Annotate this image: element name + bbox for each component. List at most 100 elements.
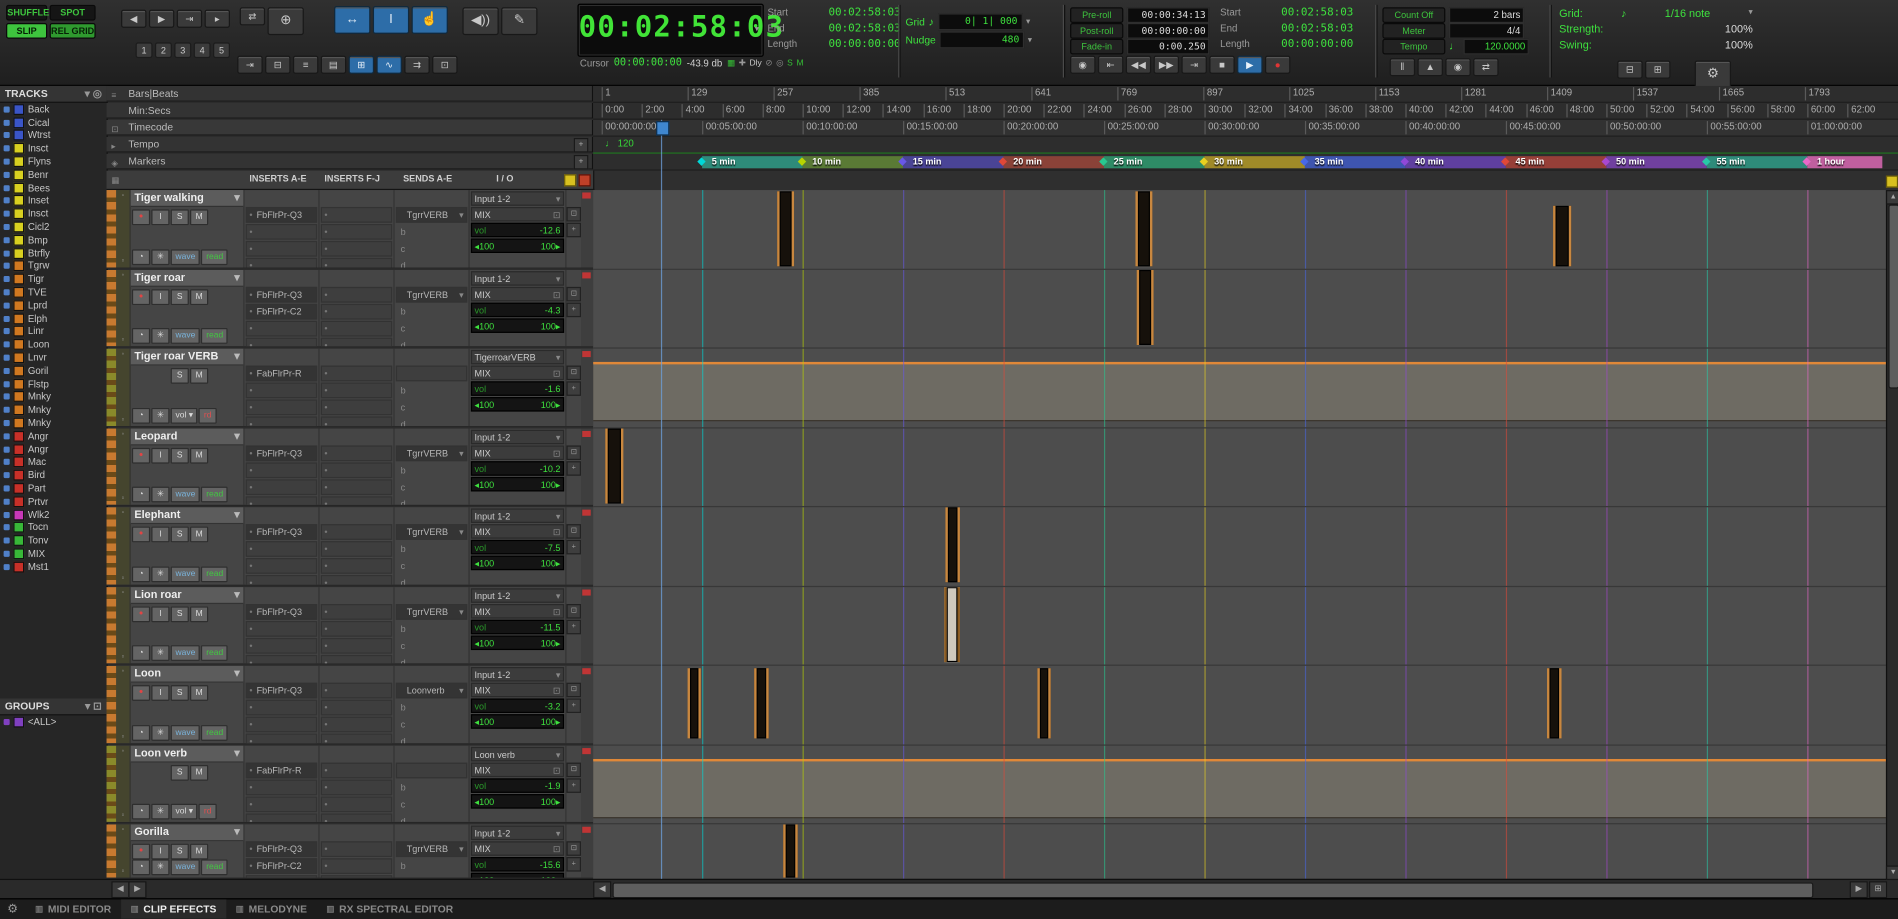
marker-label[interactable]: 45 min: [1516, 156, 1545, 167]
volume-display[interactable]: vol -3.2: [470, 698, 565, 713]
scroll-left-icon[interactable]: ◀: [111, 881, 130, 899]
insert-slot[interactable]: •: [320, 858, 393, 874]
playlist-icon[interactable]: ◦: [122, 430, 125, 437]
send-slot[interactable]: d: [396, 337, 467, 347]
scroll-left-icon[interactable]: ◀: [593, 881, 612, 899]
marker-label[interactable]: 10 min: [812, 156, 841, 167]
output-path-selector[interactable]: MIX ⊡: [470, 682, 565, 698]
markers-ruler-area[interactable]: ◆ 5 min ◆ 10 min ◆ 15 min ◆ 20 min ◆ 25 min ◆ 30 mi…: [593, 153, 1898, 171]
freeze-icon[interactable]: ▫: [122, 495, 125, 502]
volume-display[interactable]: vol -1.6: [470, 381, 565, 396]
insert-slot[interactable]: •: [320, 382, 393, 399]
automation-mode-button[interactable]: read: [201, 486, 229, 503]
freeze-icon[interactable]: ▫: [122, 812, 125, 819]
insert-slot[interactable]: FbFlrPr-Q3 •: [245, 444, 318, 461]
output-path-selector[interactable]: MIX ⊡: [470, 524, 565, 539]
audio-clip[interactable]: [605, 427, 624, 503]
marker-diamond-icon[interactable]: ◆: [898, 155, 906, 168]
solo-button[interactable]: S: [170, 526, 189, 543]
volume-display[interactable]: vol -1.9: [470, 777, 565, 793]
add-marker-icon[interactable]: +: [573, 154, 589, 170]
input-monitor-button[interactable]: I: [151, 843, 170, 860]
insert-slot[interactable]: •: [245, 637, 318, 654]
track-color-strip[interactable]: [106, 665, 117, 743]
grid-value[interactable]: 0| 1| 000: [937, 12, 1023, 30]
counter-menu-icon[interactable]: ▾: [755, 24, 759, 33]
insert-slot[interactable]: •: [320, 574, 393, 585]
audio-clip[interactable]: [1136, 269, 1154, 345]
send-slot[interactable]: TgrrVERB ▾: [395, 841, 468, 858]
gear-icon[interactable]: ⚙: [1694, 60, 1732, 89]
pan-display[interactable]: ◂100 100▸: [470, 476, 565, 491]
rewind-icon[interactable]: ◀◀: [1125, 55, 1152, 74]
record-enable-button[interactable]: ●: [131, 843, 151, 860]
marker-label[interactable]: 55 min: [1716, 156, 1745, 167]
fade-in-value[interactable]: 0:00.250: [1126, 38, 1210, 54]
elastic-audio-icon[interactable]: ✳: [151, 486, 170, 503]
count-off-value[interactable]: 2 bars: [1448, 6, 1525, 23]
pencil-tool-icon[interactable]: ✎: [501, 7, 538, 36]
playlist-icon[interactable]: ◦: [122, 192, 125, 199]
send-menu-icon[interactable]: ▾: [459, 525, 464, 538]
input-monitor-button[interactable]: I: [151, 526, 170, 543]
sidebar-track-item[interactable]: TVE: [0, 286, 107, 299]
send-slot[interactable]: d: [396, 813, 467, 822]
marker-diamond-icon[interactable]: ◆: [798, 155, 806, 168]
insert-slot[interactable]: FbFlrPr-C2 •: [245, 303, 318, 319]
slip-mode-button[interactable]: SLIP: [6, 22, 48, 39]
insert-slot[interactable]: •: [320, 558, 393, 574]
input-menu-icon[interactable]: ▾: [556, 430, 561, 443]
output-assign-icon[interactable]: ⊡: [553, 446, 561, 458]
output-path-selector[interactable]: MIX ⊡: [470, 762, 565, 777]
add-send-icon[interactable]: +: [566, 777, 582, 793]
elastic-audio-icon[interactable]: ✳: [151, 645, 170, 661]
marker-diamond-icon[interactable]: ◆: [1200, 155, 1208, 168]
track-name-row[interactable]: Gorilla ▾: [130, 824, 244, 842]
io-meter-icon[interactable]: ⊡: [566, 524, 582, 539]
solo-button[interactable]: S: [170, 288, 189, 305]
send-slot[interactable]: b: [396, 462, 467, 478]
playlist-icon[interactable]: ◦: [122, 668, 125, 675]
send-slot[interactable]: b: [396, 620, 467, 636]
insert-slot[interactable]: •: [320, 524, 393, 540]
pan-display[interactable]: ◂100 100▸: [470, 238, 565, 253]
sidebar-track-item[interactable]: Mac: [0, 456, 107, 469]
input-path-selector[interactable]: Input 1-2 ▾: [470, 429, 565, 444]
record-icon[interactable]: ●: [1264, 55, 1291, 74]
waveform-follow-icon[interactable]: ∿: [376, 55, 402, 74]
insert-slot[interactable]: •: [320, 206, 393, 223]
io-meter-icon[interactable]: ⊡: [566, 841, 582, 856]
solo-button[interactable]: S: [170, 209, 189, 226]
marker-diamond-icon[interactable]: ◆: [1099, 155, 1107, 168]
marker-label[interactable]: 35 min: [1315, 156, 1344, 167]
output-assign-icon[interactable]: ⊡: [553, 605, 561, 617]
mute-button[interactable]: M: [190, 447, 209, 464]
insert-slot[interactable]: •: [320, 303, 393, 319]
sidebar-track-item[interactable]: Loon: [0, 338, 107, 351]
sidebar-track-item[interactable]: MIX: [0, 547, 107, 560]
insert-slot[interactable]: •: [320, 699, 393, 716]
sidebar-track-item[interactable]: Tonv: [0, 534, 107, 547]
marker-label[interactable]: 5 min: [712, 156, 736, 167]
send-slot[interactable]: c: [396, 399, 467, 415]
audio-clip[interactable]: [944, 586, 960, 662]
stop-icon[interactable]: ■: [1209, 55, 1235, 74]
volume-display[interactable]: vol -11.5: [470, 619, 565, 634]
mute-button[interactable]: M: [190, 764, 209, 781]
solo-button[interactable]: S: [170, 447, 189, 464]
input-path-selector[interactable]: Input 1-2 ▾: [470, 191, 565, 206]
playlist-icon[interactable]: ◦: [122, 589, 125, 596]
send-slot[interactable]: TgrrVERB ▾: [395, 524, 468, 540]
track-view-selector[interactable]: wave: [170, 859, 201, 876]
tempo-ruler-label[interactable]: ▸ + Tempo: [106, 136, 594, 153]
nudge-back-icon[interactable]: ◀: [121, 9, 147, 28]
scroll-right-icon[interactable]: ▶: [1849, 881, 1868, 899]
crosshair-status-icon[interactable]: ✚: [739, 57, 746, 68]
scroll-up-icon[interactable]: ▲: [1885, 190, 1898, 205]
audio-clip[interactable]: [1553, 205, 1572, 267]
automation-mode-button[interactable]: read: [201, 565, 229, 582]
track-lane[interactable]: [593, 824, 1886, 881]
insert-slot[interactable]: FbFlrPr-Q3 •: [245, 524, 318, 540]
elastic-audio-icon[interactable]: ✳: [151, 328, 170, 344]
insert-slot[interactable]: •: [320, 416, 393, 426]
